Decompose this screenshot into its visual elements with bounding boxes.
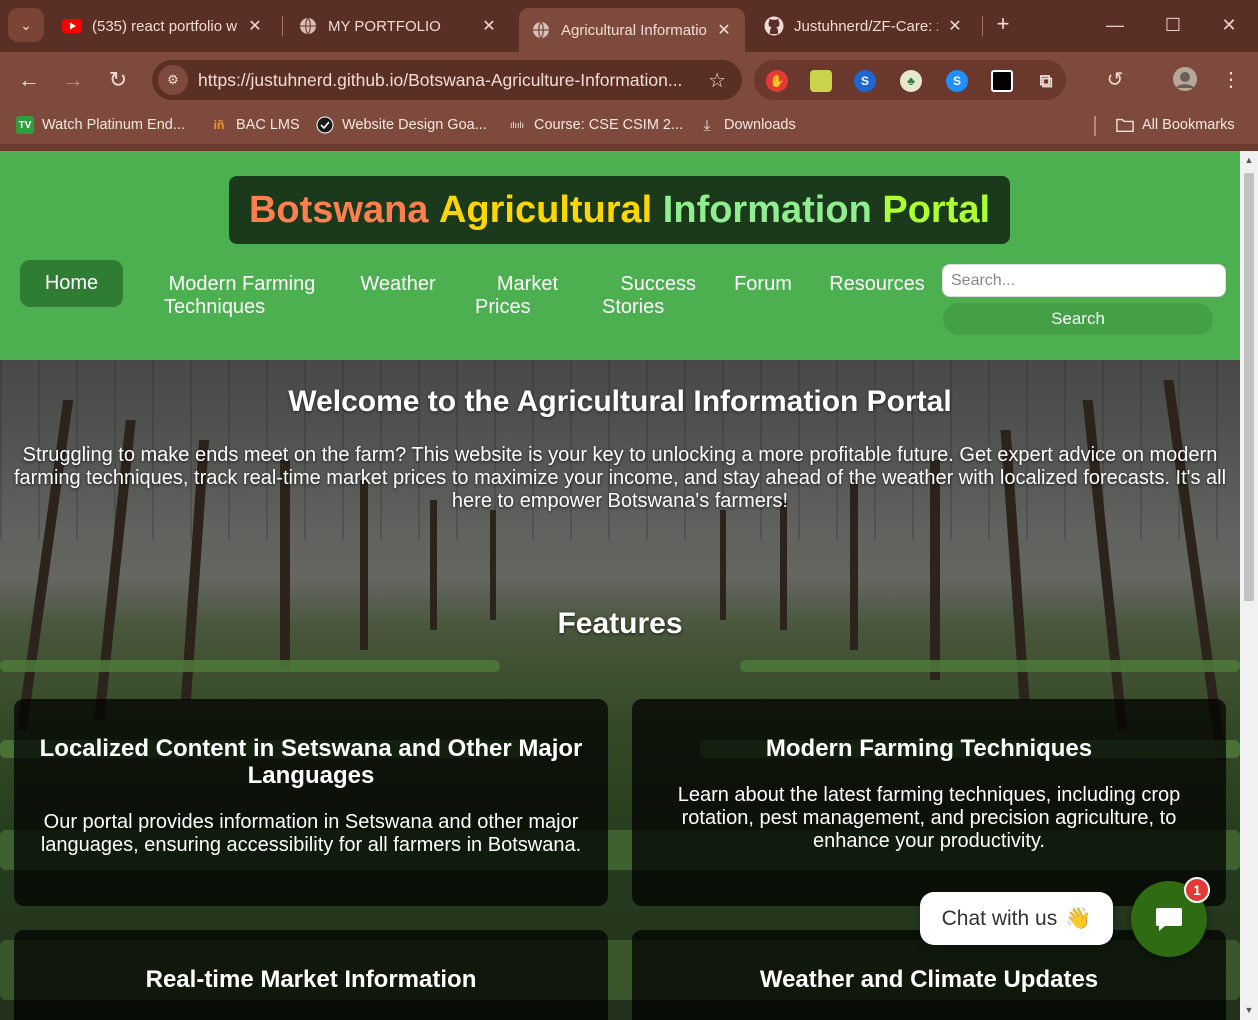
scrollbar-thumb[interactable] (1244, 173, 1254, 601)
chevron-down-icon: ⌄ (20, 16, 32, 33)
tv-icon: TV (16, 116, 34, 134)
puzzle-icon[interactable]: ⧉ (1035, 70, 1057, 92)
extension-icon[interactable] (810, 70, 832, 92)
globe-icon (531, 20, 551, 40)
close-icon[interactable]: ✕ (480, 16, 498, 36)
folder-icon (1116, 116, 1134, 134)
tab-agricultural[interactable]: Agricultural Informatio ✕ (519, 8, 745, 52)
adblock-icon[interactable]: ✋ (766, 70, 788, 92)
forward-button[interactable]: → (58, 66, 88, 96)
nav-market-prices[interactable]: Market Prices (470, 273, 566, 319)
maximize-button[interactable]: ☐ (1158, 10, 1188, 40)
search-input[interactable] (942, 264, 1226, 297)
intro-text: Struggling to make ends meet on the farm… (13, 444, 1227, 512)
download-icon: ⤓ (703, 116, 711, 134)
all-bookmarks[interactable]: All Bookmarks (1116, 116, 1235, 134)
site-settings-icon[interactable]: ⚙ (158, 65, 188, 95)
features-heading: Features (557, 607, 683, 640)
tab-title: MY PORTFOLIO (328, 17, 441, 35)
chat-icon (1156, 908, 1182, 931)
extension-icon[interactable]: S (854, 70, 876, 92)
scroll-up-icon[interactable]: ▲ (1244, 155, 1254, 165)
scroll-down-icon[interactable]: ▼ (1244, 1005, 1254, 1015)
tab-portfolio[interactable]: MY PORTFOLIO ✕ (286, 8, 510, 44)
close-icon[interactable]: ✕ (715, 20, 733, 40)
bookmark-item[interactable]: iñ BAC LMS (210, 116, 300, 134)
tab-youtube[interactable]: (535) react portfolio w ✕ (50, 8, 276, 44)
bac-icon: iñ (213, 118, 225, 132)
menu-icon[interactable]: ⋮ (1216, 66, 1246, 96)
feature-title: Real-time Market Information (145, 966, 477, 993)
url-text[interactable]: https://justuhnerd.github.io/Botswana-Ag… (198, 70, 693, 91)
globe-icon (316, 116, 334, 134)
extension-icon[interactable] (991, 70, 1013, 92)
feature-card: Real-time Market Information (14, 930, 608, 1020)
tab-github[interactable]: Justuhnerd/ZF-Care: z ✕ (752, 8, 976, 44)
tab-title: Justuhnerd/ZF-Care: z (794, 17, 938, 35)
browser-toolbar: ← → ↻ ⚙ https://justuhnerd.github.io/Bot… (0, 52, 1258, 108)
close-icon[interactable]: ✕ (246, 16, 264, 36)
nav-resources[interactable]: Resources (826, 273, 928, 296)
welcome-heading: Welcome to the Agricultural Information … (288, 385, 952, 418)
feature-card: Modern Farming Techniques Learn about th… (632, 699, 1226, 906)
avatar[interactable] (1170, 66, 1200, 96)
address-bar[interactable]: ⚙ https://justuhnerd.github.io/Botswana-… (152, 60, 742, 100)
back-button[interactable]: ← (14, 66, 44, 96)
minimize-button[interactable]: — (1100, 10, 1130, 40)
tab-strip: ⌄ (535) react portfolio w ✕ MY PORTFOLIO… (0, 0, 1258, 52)
wave-icon: 👋 (1065, 906, 1092, 930)
bookmarks-bar: TV Watch Platinum End... iñ BAC LMS Webs… (0, 108, 1258, 144)
nav-success-stories[interactable]: Success Stories (596, 273, 702, 319)
search-button[interactable]: Search (943, 303, 1213, 335)
close-window-button[interactable]: ✕ (1214, 10, 1244, 40)
nav-modern-farming[interactable]: Modern Farming Techniques (164, 273, 320, 319)
bookmark-item[interactable]: TV Watch Platinum End... (16, 116, 185, 134)
site-header: Botswana Agricultural Information Portal… (0, 151, 1240, 360)
feature-title: Weather and Climate Updates (759, 966, 1099, 993)
page-viewport: Botswana Agricultural Information Portal… (0, 151, 1240, 1020)
tab-search-button[interactable]: ⌄ (8, 8, 44, 42)
notification-badge: 1 (1184, 877, 1210, 903)
feature-text: Learn about the latest farming technique… (677, 784, 1181, 852)
cisco-icon: ılıılı (509, 120, 524, 130)
nav-forum[interactable]: Forum (728, 273, 798, 296)
youtube-icon (62, 16, 82, 36)
bookmark-item[interactable]: ılıılı Course: CSE CSIM 2... (508, 116, 683, 134)
nav-weather[interactable]: Weather (356, 273, 440, 296)
tab-title: (535) react portfolio w (92, 17, 238, 35)
feature-text: Our portal provides information in Setsw… (40, 811, 582, 856)
reload-button[interactable]: ↻ (103, 66, 133, 96)
close-icon[interactable]: ✕ (946, 16, 964, 36)
extension-icon[interactable]: ♣ (900, 70, 922, 92)
tab-title: Agricultural Informatio (561, 21, 707, 39)
feature-card: Localized Content in Setswana and Other … (14, 699, 608, 906)
chat-prompt[interactable]: Chat with us 👋 (920, 892, 1113, 945)
feature-title: Modern Farming Techniques (765, 735, 1093, 762)
extension-icon[interactable]: S (946, 70, 968, 92)
bookmark-item[interactable]: Website Design Goa... (316, 116, 487, 134)
new-tab-button[interactable]: + (990, 12, 1016, 38)
feature-title: Localized Content in Setswana and Other … (39, 735, 583, 789)
nav-home[interactable]: Home (20, 260, 123, 307)
extensions-bar: ✋ S ♣ S ⧉ (754, 60, 1066, 100)
site-title: Botswana Agricultural Information Portal (229, 176, 1010, 244)
bookmark-star-icon[interactable]: ☆ (708, 68, 726, 93)
bookmark-item[interactable]: ⤓ Downloads (698, 116, 796, 134)
scrollbar[interactable]: ▲ ▼ (1240, 151, 1258, 1020)
history-icon[interactable]: ↺ (1100, 66, 1130, 96)
globe-icon (298, 16, 318, 36)
github-icon (764, 16, 784, 36)
